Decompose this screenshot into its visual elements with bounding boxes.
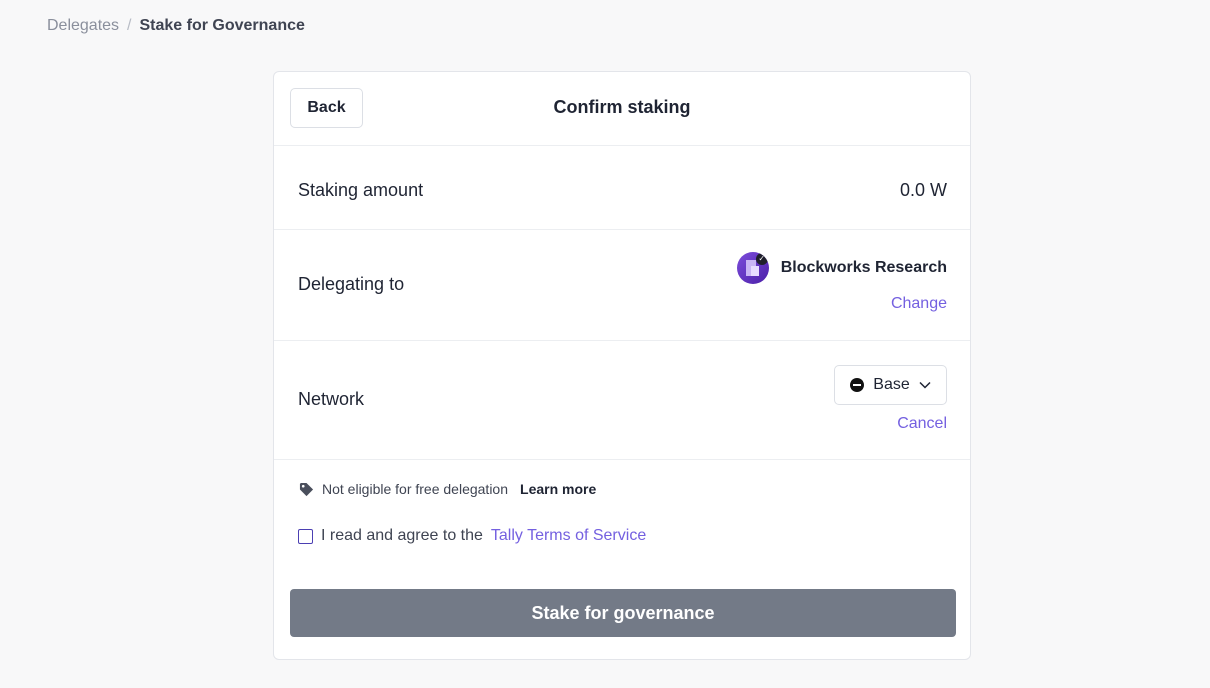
twitter-icon: ✓ — [755, 253, 768, 265]
network-row: Network Base Cancel — [274, 341, 970, 460]
breadcrumb-current: Stake for Governance — [139, 17, 305, 34]
network-select[interactable]: Base — [834, 365, 947, 405]
breadcrumb-delegates-link[interactable]: Delegates — [47, 17, 119, 35]
stake-for-governance-button[interactable]: Stake for governance — [290, 589, 956, 637]
staking-amount-row: Staking amount 0.0 W — [274, 146, 970, 230]
staking-amount-label: Staking amount — [298, 180, 424, 200]
terms-agreement: I read and agree to the Tally Terms of S… — [298, 527, 646, 545]
breadcrumb-separator: / — [127, 17, 132, 34]
breadcrumb: Delegates / Stake for Governance — [47, 17, 305, 35]
chevron-down-icon — [919, 381, 931, 389]
delegating-to-row: Delegating to ✓ Blockworks Research Chan… — [274, 230, 970, 341]
delegating-to-label: Delegating to — [298, 274, 405, 294]
eligibility-text: Not eligible for free delegation — [322, 481, 509, 497]
base-network-icon — [850, 378, 865, 392]
change-delegate-link[interactable]: Change — [891, 295, 947, 313]
eligibility-notice: Not eligible for free delegation Learn m… — [299, 481, 596, 497]
confirm-staking-card: Back Confirm staking Staking amount 0.0 … — [273, 71, 971, 660]
cancel-network-link[interactable]: Cancel — [897, 415, 947, 433]
staking-amount-value: 0.0 W — [899, 180, 947, 200]
terms-checkbox[interactable] — [298, 528, 313, 544]
page-title: Confirm staking — [553, 97, 691, 117]
tag-icon — [299, 482, 314, 496]
network-label: Network — [298, 389, 365, 409]
terms-of-service-link[interactable]: Tally Terms of Service — [491, 527, 646, 545]
blockworks-avatar: ✓ — [736, 252, 769, 284]
network-selected-value: Base — [873, 376, 910, 393]
card-header: Back Confirm staking — [274, 72, 970, 146]
delegate-info: ✓ Blockworks Research — [736, 252, 947, 284]
terms-text: I read and agree to the — [321, 527, 483, 544]
delegate-name: Blockworks Research — [780, 259, 947, 276]
learn-more-link[interactable]: Learn more — [520, 481, 596, 497]
